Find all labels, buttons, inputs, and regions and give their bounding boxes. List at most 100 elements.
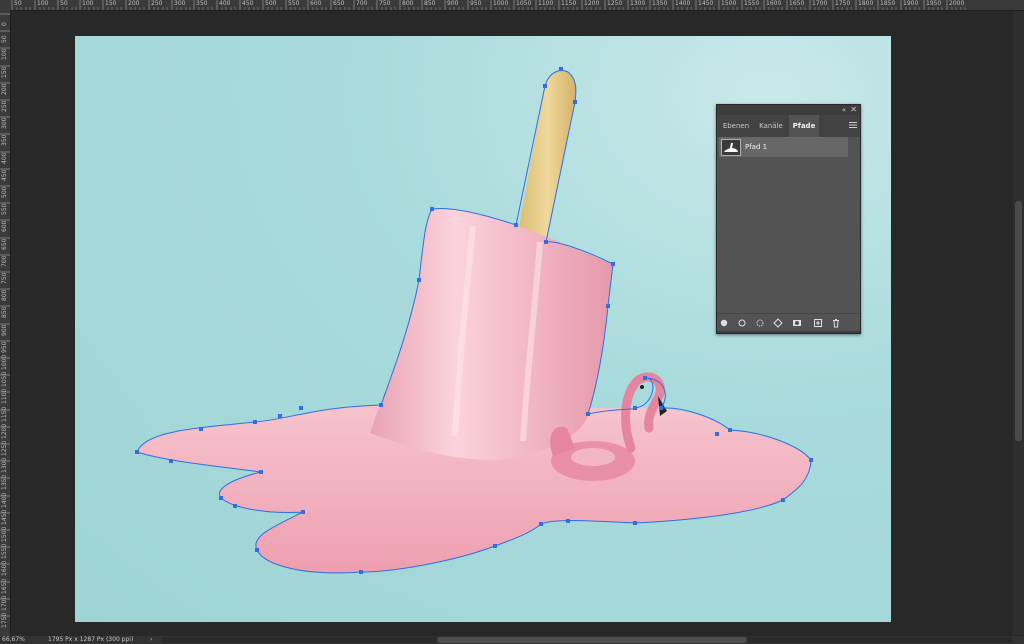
ruler-label: 1300 xyxy=(630,0,646,7)
add-mask-icon[interactable] xyxy=(792,318,802,328)
ruler-label: 1650 xyxy=(789,0,805,7)
ruler-label: 500 xyxy=(265,0,277,7)
ruler-label: 200 xyxy=(128,0,140,7)
anchor-point[interactable] xyxy=(169,459,173,463)
anchor-point[interactable] xyxy=(728,428,732,432)
anchor-point[interactable] xyxy=(633,406,637,410)
anchor-point[interactable] xyxy=(135,450,139,454)
ruler-label: 1750 xyxy=(835,0,851,7)
ruler-label-vertical: 1350 xyxy=(1,474,8,490)
path-list-item[interactable]: Pfad 1 xyxy=(719,137,848,157)
anchor-point[interactable] xyxy=(539,522,543,526)
ruler-label-vertical: 650 xyxy=(1,238,8,250)
status-menu-arrow[interactable]: › xyxy=(150,636,152,644)
new-path-icon[interactable] xyxy=(813,318,823,328)
tab-ebenen[interactable]: Ebenen xyxy=(719,115,753,137)
anchor-point[interactable] xyxy=(379,403,383,407)
ruler-label: 1950 xyxy=(926,0,942,7)
ruler-label-vertical: 150 xyxy=(1,66,8,78)
anchor-point[interactable] xyxy=(253,420,257,424)
path-name: Pfad 1 xyxy=(745,143,768,151)
panel-title-bar[interactable]: « ✕ xyxy=(717,105,860,115)
ruler-label: 750 xyxy=(379,0,391,7)
ruler-label-vertical: 250 xyxy=(1,100,8,112)
popsicle-stick xyxy=(518,70,576,242)
document-size-info: 1795 Px x 1287 Px (300 ppi) xyxy=(48,636,134,643)
anchor-point[interactable] xyxy=(514,223,518,227)
stroke-path-icon[interactable] xyxy=(737,318,747,328)
anchor-point[interactable] xyxy=(359,570,363,574)
anchor-point[interactable] xyxy=(544,240,548,244)
ruler-label: 550 xyxy=(288,0,300,7)
ruler-label: 700 xyxy=(356,0,368,7)
anchor-point[interactable] xyxy=(633,521,637,525)
ruler-label-vertical: 400 xyxy=(1,152,8,164)
horizontal-scrollbar[interactable] xyxy=(162,637,1012,643)
ruler-label: 2000 xyxy=(949,0,965,7)
anchor-point[interactable] xyxy=(493,544,497,548)
anchor-point[interactable] xyxy=(586,412,590,416)
anchor-point[interactable] xyxy=(809,458,813,462)
anchor-point[interactable] xyxy=(301,510,305,514)
ruler-label-vertical: 700 xyxy=(1,255,8,267)
ruler-label-vertical: 1600 xyxy=(1,560,8,576)
vertical-scrollbar[interactable] xyxy=(1013,11,1024,635)
collapse-icon[interactable]: « xyxy=(842,105,846,115)
panel-resize-handle[interactable] xyxy=(717,331,860,333)
ruler-label-vertical: 350 xyxy=(1,134,8,146)
ruler-label-vertical: 500 xyxy=(1,186,8,198)
paths-panel[interactable]: « ✕ Ebenen Kanäle Pfade Pfad 1 xyxy=(716,104,861,334)
anchor-point[interactable] xyxy=(233,504,237,508)
panel-footer xyxy=(717,313,860,332)
panel-menu-icon[interactable] xyxy=(849,121,857,129)
ruler-label: 1000 xyxy=(493,0,509,7)
ruler-label-vertical: 550 xyxy=(1,203,8,215)
anchor-point[interactable] xyxy=(566,519,570,523)
ruler-label-vertical: 1250 xyxy=(1,440,8,456)
vertical-ruler[interactable]: 0 50 100 150 200 250 300 350 400 450 500 550 600 650 7… xyxy=(0,10,11,636)
ruler-label-vertical: 1650 xyxy=(1,578,8,594)
horizontal-ruler[interactable]: 50 100 50 100 150 200 250 300 350 400 450 500 550 600… xyxy=(0,0,1024,11)
anchor-point[interactable] xyxy=(417,278,421,282)
anchor-point[interactable] xyxy=(573,100,577,104)
anchor-point[interactable] xyxy=(255,548,259,552)
zoom-level[interactable]: 66,67% xyxy=(2,636,25,644)
anchor-point[interactable] xyxy=(259,470,263,474)
make-path-icon[interactable] xyxy=(773,318,783,328)
delete-path-icon[interactable] xyxy=(831,318,841,328)
anchor-point[interactable] xyxy=(278,414,282,418)
anchor-point[interactable] xyxy=(219,496,223,500)
anchor-point[interactable] xyxy=(659,406,663,410)
fill-path-icon[interactable] xyxy=(719,318,729,328)
horizontal-scrollbar-thumb[interactable] xyxy=(437,637,747,643)
anchor-point[interactable] xyxy=(715,432,719,436)
close-icon[interactable]: ✕ xyxy=(850,105,857,115)
ruler-label-vertical: 1700 xyxy=(1,595,8,611)
anchor-point[interactable] xyxy=(611,262,615,266)
ruler-label-vertical: 200 xyxy=(1,83,8,95)
ruler-label-vertical: 950 xyxy=(1,341,8,353)
ruler-label: 250 xyxy=(151,0,163,7)
ruler-label-vertical: 1400 xyxy=(1,492,8,508)
anchor-point[interactable] xyxy=(543,84,547,88)
anchor-point[interactable] xyxy=(430,207,434,211)
ruler-label: 100 xyxy=(82,0,94,7)
tab-kanaele[interactable]: Kanäle xyxy=(754,115,788,137)
anchor-point[interactable] xyxy=(606,304,610,308)
ruler-label: 1450 xyxy=(698,0,714,7)
anchor-point[interactable] xyxy=(643,376,647,380)
ruler-label-vertical: 1300 xyxy=(1,457,8,473)
ruler-label-vertical: 1500 xyxy=(1,526,8,542)
load-selection-icon[interactable] xyxy=(755,318,765,328)
vertical-scrollbar-thumb[interactable] xyxy=(1015,201,1022,441)
ruler-label: 50 xyxy=(60,0,68,7)
ruler-label: 1350 xyxy=(652,0,668,7)
tab-pfade[interactable]: Pfade xyxy=(789,115,819,137)
ruler-label: 1050 xyxy=(516,0,532,7)
ruler-label: 850 xyxy=(424,0,436,7)
ruler-label-vertical: 900 xyxy=(1,324,8,336)
anchor-point[interactable] xyxy=(559,67,563,71)
anchor-point[interactable] xyxy=(299,406,303,410)
anchor-point[interactable] xyxy=(781,498,785,502)
anchor-point[interactable] xyxy=(199,427,203,431)
